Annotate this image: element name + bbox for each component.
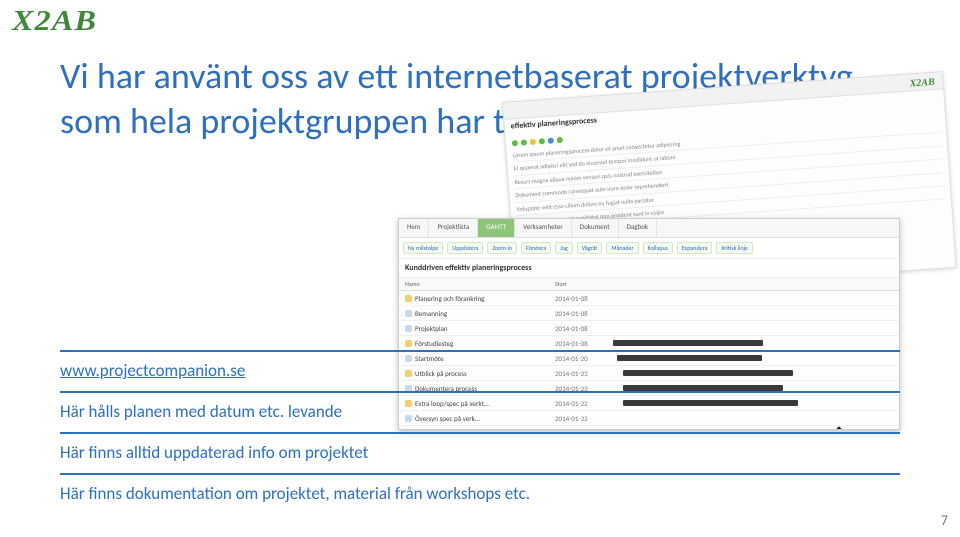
folder-icon xyxy=(405,295,412,302)
gantt-row-bar xyxy=(605,339,893,347)
screenshot-front-toolbar: Ny milstolpe Uppdatera Zoom in Förstora Jag V… xyxy=(399,238,899,259)
tab-hem[interactable]: Hem xyxy=(399,219,429,237)
notes-item-2: Här hålls planen med datum etc. levande xyxy=(60,391,900,432)
gantt-row: Förstudiesteg 2014-01-08 xyxy=(399,336,899,351)
tab-verksamheter[interactable]: Verksamheter xyxy=(515,219,572,237)
folder-icon xyxy=(405,340,412,347)
gantt-row: Projektplan 2014-01-08 xyxy=(399,321,899,336)
gantt-row: Bemanning 2014-01-08 xyxy=(399,306,899,321)
gantt-row-label: Förstudiesteg xyxy=(415,339,453,348)
gantt-row-name: Förstudiesteg xyxy=(405,339,555,348)
gantt-row-date: 2014-01-08 xyxy=(555,339,605,348)
gantt-row-bar xyxy=(605,294,893,302)
notes-list: www.projectcompanion.se Här hålls planen… xyxy=(60,350,900,514)
notes-item-3: Här finns alltid uppdaterad info om proj… xyxy=(60,432,900,473)
tool-zoom-in[interactable]: Zoom in xyxy=(487,242,517,254)
gantt-row: Planering och förankring 2014-01-08 xyxy=(399,291,899,306)
gantt-row-label: Projektplan xyxy=(415,324,448,333)
gantt-row-name: Planering och förankring xyxy=(405,294,555,303)
screenshot-front-columns: Namn Start xyxy=(399,278,899,291)
col-start: Start xyxy=(555,280,605,288)
page-number: 7 xyxy=(941,512,948,529)
tab-gantt[interactable]: GANTT xyxy=(478,219,515,237)
document-icon xyxy=(405,325,412,332)
tool-vågrät[interactable]: Vågrät xyxy=(577,242,603,254)
screenshot-front-tabs: HemProjektlistaGANTTVerksamheterDokument… xyxy=(399,219,899,238)
tool-förstora[interactable]: Förstora xyxy=(521,242,551,254)
gantt-row-label: Bemanning xyxy=(415,309,447,318)
document-icon xyxy=(405,310,412,317)
col-timeline xyxy=(605,280,893,288)
gantt-row-date: 2014-01-08 xyxy=(555,309,605,318)
notes-item-4: Här finns dokumentation om projektet, ma… xyxy=(60,473,900,514)
tool-månader[interactable]: Månader xyxy=(606,242,638,254)
tool-jag[interactable]: Jag xyxy=(555,242,573,254)
screenshot-front-title: Kunddriven effektiv planeringsprocess xyxy=(399,259,899,278)
tool-kritisk-linje[interactable]: Kritisk linje xyxy=(716,242,753,254)
gantt-row-name: Bemanning xyxy=(405,309,555,318)
tab-dagbok[interactable]: Dagbok xyxy=(619,219,658,237)
tab-dokument[interactable]: Dokument xyxy=(572,219,619,237)
slide: X2AB Vi har använt oss av ett internetba… xyxy=(0,0,960,537)
gantt-row-bar xyxy=(605,309,893,317)
gantt-row-label: Planering och förankring xyxy=(415,294,484,303)
tool-expandera[interactable]: Expandera xyxy=(677,242,713,254)
tab-projektlista[interactable]: Projektlista xyxy=(429,219,478,237)
notes-item-1: www.projectcompanion.se xyxy=(60,350,900,391)
tool-kollapsa[interactable]: Kollapsa xyxy=(643,242,673,254)
project-url-link[interactable]: www.projectcompanion.se xyxy=(60,360,245,381)
gantt-row-date: 2014-01-08 xyxy=(555,294,605,303)
tool-ny-milstolpe[interactable]: Ny milstolpe xyxy=(403,242,443,254)
col-name: Namn xyxy=(405,280,555,288)
screenshot-back-logo: X2AB xyxy=(909,77,935,90)
gantt-row-bar xyxy=(605,324,893,332)
gantt-row-name: Projektplan xyxy=(405,324,555,333)
tool-uppdatera[interactable]: Uppdatera xyxy=(447,242,483,254)
brand-logo: X2AB xyxy=(12,6,97,38)
gantt-row-date: 2014-01-08 xyxy=(555,324,605,333)
